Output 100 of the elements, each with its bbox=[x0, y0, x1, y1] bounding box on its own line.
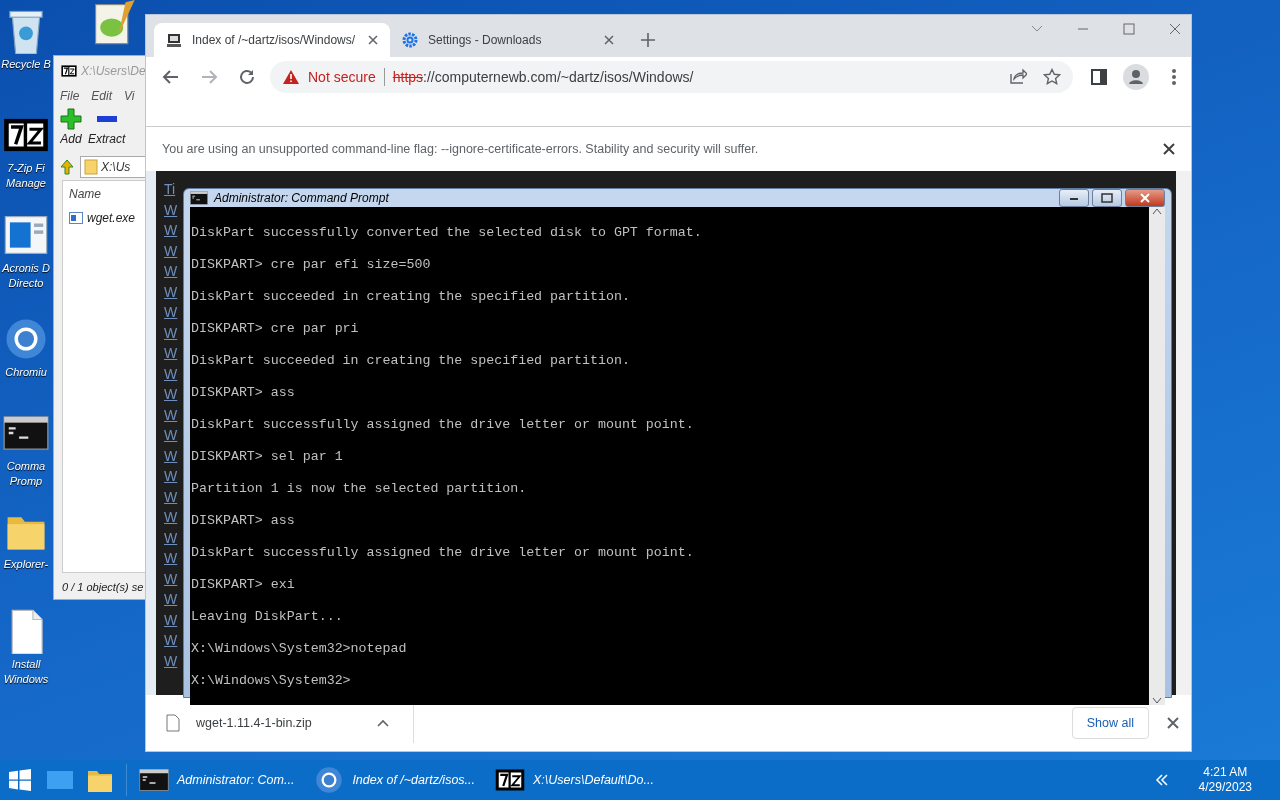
link[interactable]: W bbox=[164, 405, 178, 424]
folder-icon bbox=[84, 159, 98, 175]
show-all-button[interactable]: Show all bbox=[1071, 706, 1149, 740]
status-text: 0 / 1 object(s) se bbox=[61, 580, 145, 595]
scroll-down-icon[interactable] bbox=[1152, 697, 1162, 705]
terminal-icon bbox=[190, 189, 208, 207]
windows-logo-icon bbox=[8, 768, 32, 792]
link[interactable]: W bbox=[164, 528, 178, 547]
maximize-icon[interactable] bbox=[1123, 23, 1135, 35]
link[interactable]: W bbox=[164, 651, 178, 670]
gear-icon bbox=[402, 32, 418, 48]
archive-app-icon bbox=[61, 63, 77, 79]
minimize-icon bbox=[1069, 195, 1079, 201]
restore-icon bbox=[1101, 193, 1113, 203]
link[interactable]: W bbox=[164, 508, 178, 526]
column-header[interactable]: Name bbox=[69, 185, 139, 203]
link[interactable]: W bbox=[164, 323, 178, 342]
console-line: DiskPart successfully converted the selected disk to GPT format. bbox=[191, 225, 703, 241]
console-line: DiskPart succeeded in creating the specified partition. bbox=[191, 353, 631, 369]
browser-tab[interactable]: Index of /~dartz/isos/Windows/ bbox=[154, 23, 390, 57]
close-icon[interactable] bbox=[1167, 717, 1179, 729]
console-line: Partition 1 is now the selected partition. bbox=[191, 481, 528, 497]
icon-label[interactable]: Acronis D Directo bbox=[2, 261, 50, 291]
taskbar-button[interactable]: X:\Users\Default\Do... bbox=[489, 760, 660, 800]
menu-icon[interactable] bbox=[1171, 68, 1177, 86]
link[interactable]: W bbox=[164, 467, 178, 485]
scroll-up-icon[interactable] bbox=[1152, 207, 1162, 215]
menu-item[interactable]: Edit bbox=[91, 87, 113, 105]
browser-icon bbox=[314, 765, 345, 795]
reload-icon[interactable] bbox=[238, 68, 256, 86]
link[interactable]: W bbox=[164, 385, 178, 403]
close-icon[interactable] bbox=[1163, 143, 1175, 155]
link[interactable]: W bbox=[164, 569, 178, 588]
caret-up-icon[interactable] bbox=[377, 719, 389, 727]
console-line: X:\Windows\System32> bbox=[191, 673, 352, 689]
window-title: Administrator: Command Prompt bbox=[214, 190, 389, 207]
minus-icon bbox=[96, 116, 117, 122]
minimize-button[interactable] bbox=[1059, 189, 1089, 207]
plus-icon[interactable] bbox=[640, 32, 656, 48]
file-row[interactable]: wget.exe bbox=[69, 209, 139, 227]
taskbar-button[interactable]: Administrator: Com... bbox=[133, 760, 301, 800]
chevron-down-icon[interactable] bbox=[1031, 25, 1043, 33]
warning-icon bbox=[282, 69, 300, 85]
browser-tab[interactable]: Settings - Downloads bbox=[390, 23, 626, 57]
link[interactable]: W bbox=[164, 549, 178, 567]
close-button[interactable] bbox=[1125, 189, 1165, 207]
link[interactable]: W bbox=[164, 446, 178, 465]
icon-label[interactable]: Install Windows bbox=[3, 657, 49, 687]
link[interactable]: Ti bbox=[164, 180, 176, 198]
link[interactable]: W bbox=[164, 221, 178, 239]
console-line: DISKPART> cre par efi size=500 bbox=[191, 257, 432, 273]
link[interactable]: W bbox=[164, 487, 178, 506]
address-bar[interactable]: Not secure https://computernewb.com/~dartz/isos/Windows/ bbox=[270, 61, 1073, 93]
scrollbar[interactable] bbox=[1176, 171, 1191, 695]
console-line: DISKPART> sel par 1 bbox=[191, 449, 344, 465]
link[interactable]: W bbox=[164, 262, 178, 280]
link[interactable]: W bbox=[164, 303, 178, 321]
star-icon[interactable] bbox=[1043, 68, 1061, 86]
icon-label[interactable]: Comma Promp bbox=[6, 459, 46, 489]
plus-icon bbox=[60, 108, 82, 130]
restore-button[interactable] bbox=[1092, 189, 1122, 207]
link[interactable]: W bbox=[164, 426, 178, 444]
scrollbar[interactable] bbox=[1149, 207, 1165, 705]
warning-message: You are using an unsupported command-line flag: --ignore-certificate-errors. Stability and security will suffer. bbox=[162, 140, 759, 158]
download-item[interactable]: wget-1.11.4-1-bin.zip bbox=[166, 713, 371, 733]
toolbar-button[interactable]: Add bbox=[60, 108, 82, 152]
icon-label[interactable]: Chromiu bbox=[5, 365, 47, 380]
link[interactable]: W bbox=[164, 631, 178, 649]
link[interactable]: W bbox=[164, 364, 178, 383]
security-label[interactable]: Not secure bbox=[308, 66, 376, 88]
link[interactable]: W bbox=[164, 610, 178, 629]
clock[interactable]: 4:21 AM 4/29/2023 bbox=[1198, 765, 1252, 795]
link[interactable]: W bbox=[164, 590, 178, 608]
up-arrow-icon[interactable] bbox=[58, 158, 76, 176]
file-icon bbox=[166, 714, 180, 732]
close-icon[interactable] bbox=[368, 35, 378, 45]
console-line: DiskPart successfully assigned the drive letter or mount point. bbox=[191, 417, 695, 433]
close-icon[interactable] bbox=[604, 35, 614, 45]
close-icon[interactable] bbox=[1169, 23, 1181, 35]
link[interactable]: W bbox=[164, 344, 178, 362]
icon-label[interactable]: Explorer- bbox=[3, 557, 49, 572]
taskbar-button[interactable]: Index of /~dartz/isos... bbox=[308, 760, 482, 800]
link[interactable]: W bbox=[164, 200, 178, 219]
share-icon[interactable] bbox=[1009, 68, 1027, 84]
computer-icon bbox=[166, 32, 182, 48]
toolbar-button[interactable]: Extract bbox=[88, 108, 126, 152]
chevron-left-icon[interactable] bbox=[1154, 774, 1169, 786]
back-arrow-icon[interactable] bbox=[162, 68, 180, 86]
path-field[interactable]: X:\Us bbox=[80, 156, 148, 178]
link[interactable]: W bbox=[164, 241, 178, 260]
side-panel-icon[interactable] bbox=[1091, 69, 1107, 85]
console-line: DISKPART> ass bbox=[191, 513, 296, 529]
menu-item[interactable]: File bbox=[60, 87, 80, 105]
screen-icon bbox=[46, 769, 74, 791]
profile-avatar-icon[interactable] bbox=[1123, 64, 1149, 90]
menu-item[interactable]: Vi bbox=[124, 87, 135, 105]
icon-label[interactable]: Recycle B bbox=[1, 57, 51, 72]
close-icon bbox=[1140, 193, 1150, 203]
icon-label[interactable]: 7-Zip Fi Manage bbox=[6, 161, 46, 191]
link[interactable]: W bbox=[164, 282, 178, 301]
